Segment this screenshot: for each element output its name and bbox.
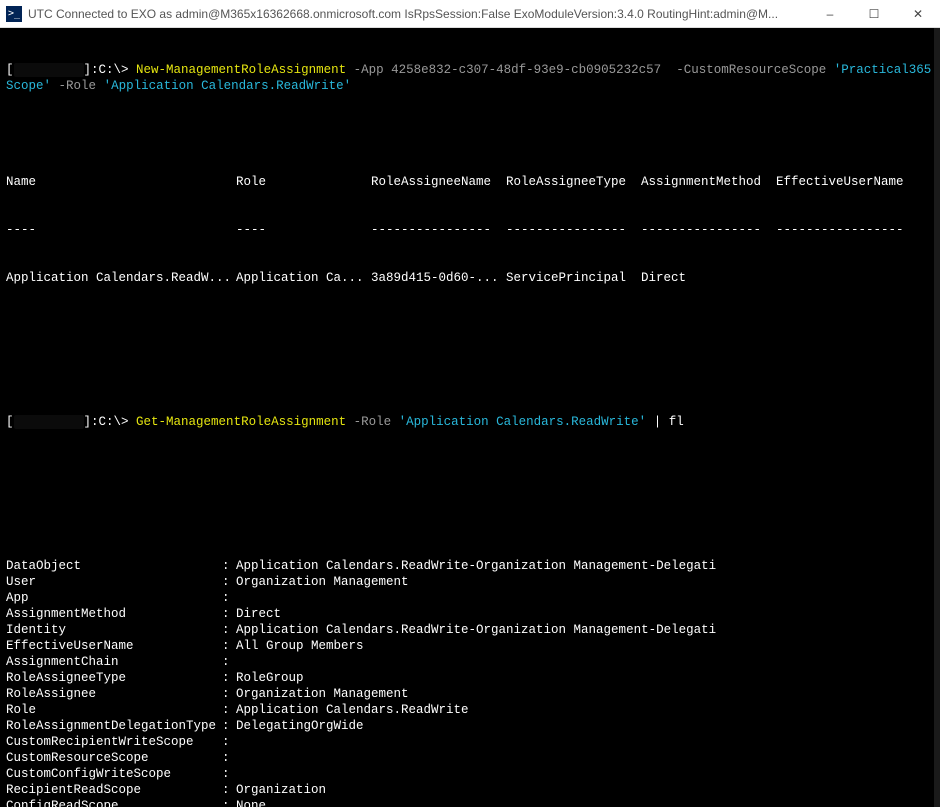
property-row: RoleAssignmentDelegationType:DelegatingO… (6, 718, 934, 734)
property-row: RoleAssignee:Organization Management (6, 686, 934, 702)
property-value: Organization Management (236, 574, 934, 590)
command-line-2: []:C:\> Get-ManagementRoleAssignment -Ro… (6, 414, 934, 430)
property-key: RoleAssignmentDelegationType (6, 718, 222, 734)
property-key: RoleAssigneeType (6, 670, 222, 686)
property-key: EffectiveUserName (6, 638, 222, 654)
property-row: ConfigReadScope:None (6, 798, 934, 807)
property-key: Role (6, 702, 222, 718)
property-row: App: (6, 590, 934, 606)
terminal-area[interactable]: []:C:\> New-ManagementRoleAssignment -Ap… (0, 28, 940, 807)
property-row: CustomRecipientWriteScope: (6, 734, 934, 750)
property-value: Organization (236, 782, 934, 798)
property-value (236, 766, 934, 782)
window-title: UTC Connected to EXO as admin@M365x16362… (28, 7, 808, 21)
property-key: DataObject (6, 558, 222, 574)
property-row: EffectiveUserName:All Group Members (6, 638, 934, 654)
property-row: CustomConfigWriteScope: (6, 766, 934, 782)
property-key: RecipientReadScope (6, 782, 222, 798)
property-row: Role:Application Calendars.ReadWrite (6, 702, 934, 718)
property-value: RoleGroup (236, 670, 934, 686)
property-value (236, 654, 934, 670)
table-divider: ----------------------------------------… (6, 222, 934, 238)
property-key: ConfigReadScope (6, 798, 222, 807)
property-row: DataObject:Application Calendars.ReadWri… (6, 558, 934, 574)
property-value: Direct (236, 606, 934, 622)
property-value: Application Calendars.ReadWrite-Organiza… (236, 622, 934, 638)
close-button[interactable]: ✕ (896, 0, 940, 27)
powershell-icon: >_ (6, 6, 22, 22)
property-row: AssignmentChain: (6, 654, 934, 670)
table-header: NameRoleRoleAssigneeNameRoleAssigneeType… (6, 174, 934, 190)
property-key: AssignmentMethod (6, 606, 222, 622)
property-key: CustomResourceScope (6, 750, 222, 766)
property-row: AssignmentMethod:Direct (6, 606, 934, 622)
property-row: RecipientReadScope:Organization (6, 782, 934, 798)
property-row: Identity:Application Calendars.ReadWrite… (6, 622, 934, 638)
property-key: CustomConfigWriteScope (6, 766, 222, 782)
property-value: DelegatingOrgWide (236, 718, 934, 734)
property-row: RoleAssigneeType:RoleGroup (6, 670, 934, 686)
minimize-button[interactable]: – (808, 0, 852, 27)
property-value: All Group Members (236, 638, 934, 654)
maximize-button[interactable]: ☐ (852, 0, 896, 27)
property-key: User (6, 574, 222, 590)
property-row: CustomResourceScope: (6, 750, 934, 766)
property-value: Application Calendars.ReadWrite (236, 702, 934, 718)
property-key: RoleAssignee (6, 686, 222, 702)
window-controls: – ☐ ✕ (808, 0, 940, 27)
property-key: App (6, 590, 222, 606)
property-value (236, 590, 934, 606)
property-value (236, 734, 934, 750)
property-value: Organization Management (236, 686, 934, 702)
property-value (236, 750, 934, 766)
property-list: DataObject:Application Calendars.ReadWri… (6, 558, 934, 807)
table-row: Application Calendars.ReadW...Applicatio… (6, 270, 934, 286)
vertical-scrollbar[interactable] (934, 28, 940, 807)
property-row: User:Organization Management (6, 574, 934, 590)
property-value: Application Calendars.ReadWrite-Organiza… (236, 558, 934, 574)
property-key: Identity (6, 622, 222, 638)
property-value: None (236, 798, 934, 807)
property-key: AssignmentChain (6, 654, 222, 670)
property-key: CustomRecipientWriteScope (6, 734, 222, 750)
window-titlebar: >_ UTC Connected to EXO as admin@M365x16… (0, 0, 940, 28)
command-line-1: []:C:\> New-ManagementRoleAssignment -Ap… (6, 62, 934, 94)
